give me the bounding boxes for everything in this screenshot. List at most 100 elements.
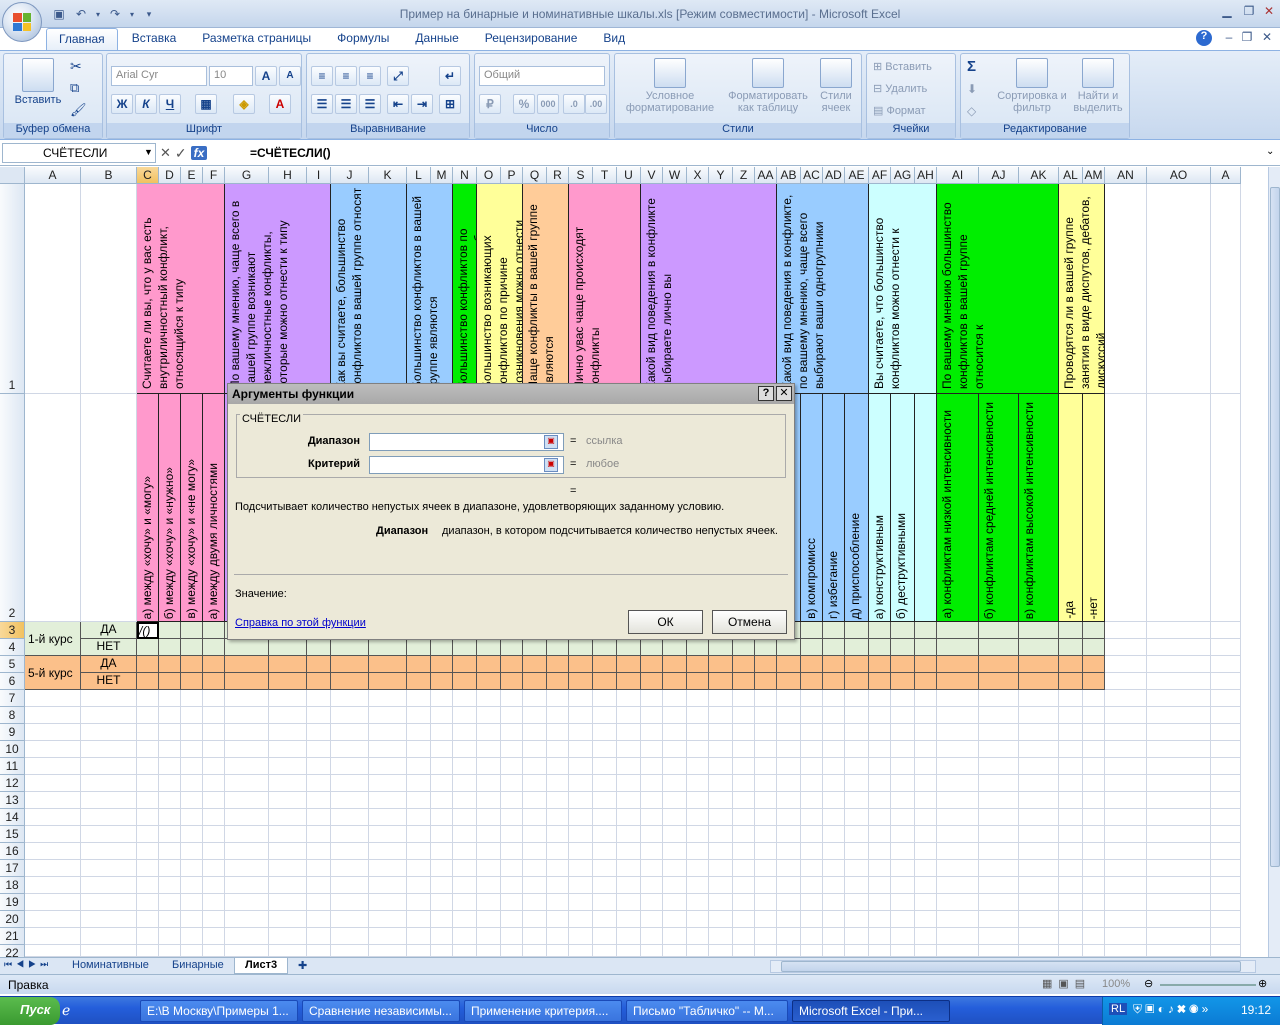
empty-cell[interactable] [159, 877, 181, 894]
empty-cell[interactable] [159, 758, 181, 775]
empty-cell[interactable] [501, 707, 523, 724]
empty-cell[interactable] [477, 809, 501, 826]
column-header[interactable]: E [181, 167, 203, 184]
empty-cell[interactable] [733, 860, 755, 877]
criteria-input[interactable] [369, 456, 564, 474]
empty-cell[interactable] [181, 758, 203, 775]
empty-cell[interactable] [307, 758, 331, 775]
empty-cell[interactable] [81, 809, 137, 826]
empty-cell[interactable] [1211, 741, 1241, 758]
empty-cell[interactable] [869, 792, 891, 809]
empty-cell[interactable] [641, 928, 663, 945]
empty-cell[interactable] [1105, 877, 1147, 894]
empty-cell[interactable] [823, 877, 845, 894]
empty-cell[interactable] [547, 690, 569, 707]
empty-cell[interactable] [547, 809, 569, 826]
empty-cell[interactable] [823, 945, 845, 957]
empty-cell[interactable] [181, 826, 203, 843]
data-cell[interactable] [159, 673, 181, 690]
empty-cell[interactable] [547, 928, 569, 945]
column-header[interactable]: A [1211, 167, 1241, 184]
sheet-tab-binary[interactable]: Бинарные [162, 958, 234, 974]
font-name-select[interactable]: Arial Cyr [111, 66, 207, 86]
empty-cell[interactable] [1083, 843, 1105, 860]
option-header-cell[interactable]: в) конфликтам высокой интенсивности [1019, 394, 1059, 622]
empty-cell[interactable] [617, 894, 641, 911]
data-cell[interactable] [869, 639, 891, 656]
empty-cell[interactable] [801, 707, 823, 724]
empty-cell[interactable] [687, 775, 709, 792]
empty-cell[interactable] [1059, 860, 1083, 877]
empty-cell[interactable] [1083, 894, 1105, 911]
empty-cell[interactable] [159, 945, 181, 957]
empty-cell[interactable] [181, 690, 203, 707]
empty-cell[interactable] [1019, 775, 1059, 792]
empty-cell[interactable] [159, 741, 181, 758]
question-header-cell[interactable]: По вашему мнению, чаще всего в вашей гру… [225, 184, 331, 394]
empty-cell[interactable] [569, 792, 593, 809]
empty-cell[interactable] [331, 860, 369, 877]
data-cell[interactable] [617, 639, 641, 656]
data-cell[interactable] [733, 639, 755, 656]
empty-cell[interactable] [477, 860, 501, 877]
empty-cell[interactable] [1147, 673, 1211, 690]
data-cell[interactable] [269, 639, 307, 656]
empty-cell[interactable] [1147, 809, 1211, 826]
grow-font-icon[interactable]: A [255, 66, 277, 86]
data-cell[interactable] [777, 656, 801, 673]
column-header[interactable]: AB [777, 167, 801, 184]
row-header[interactable]: 3 [0, 622, 25, 639]
empty-cell[interactable] [801, 911, 823, 928]
column-header[interactable]: O [477, 167, 501, 184]
empty-cell[interactable] [617, 792, 641, 809]
empty-cell[interactable] [915, 945, 937, 957]
empty-cell[interactable] [431, 741, 453, 758]
empty-cell[interactable] [137, 843, 159, 860]
empty-cell[interactable] [369, 894, 407, 911]
vertical-scrollbar[interactable] [1268, 167, 1280, 957]
empty-cell[interactable] [453, 792, 477, 809]
empty-cell[interactable] [331, 792, 369, 809]
empty-cell[interactable] [979, 928, 1019, 945]
empty-cell[interactable] [593, 690, 617, 707]
empty-cell[interactable] [1105, 894, 1147, 911]
option-header-cell[interactable]: а) конфликтам низкой интенсивности [937, 394, 979, 622]
column-header[interactable]: W [663, 167, 687, 184]
empty-cell[interactable] [1083, 928, 1105, 945]
data-cell[interactable] [1019, 673, 1059, 690]
column-header[interactable]: AK [1019, 167, 1059, 184]
empty-cell[interactable] [687, 911, 709, 928]
data-cell[interactable] [431, 656, 453, 673]
empty-cell[interactable] [823, 707, 845, 724]
empty-cell[interactable] [1211, 673, 1241, 690]
data-cell[interactable] [453, 673, 477, 690]
data-cell[interactable] [891, 622, 915, 639]
data-cell[interactable] [845, 656, 869, 673]
empty-cell[interactable] [733, 724, 755, 741]
data-cell[interactable] [203, 656, 225, 673]
data-cell[interactable] [547, 639, 569, 656]
option-header-cell[interactable]: -да [1059, 394, 1083, 622]
empty-cell[interactable] [1147, 394, 1211, 622]
empty-cell[interactable] [915, 775, 937, 792]
empty-cell[interactable] [891, 911, 915, 928]
empty-cell[interactable] [453, 860, 477, 877]
formula-input[interactable]: =СЧЁТЕСЛИ() [250, 146, 331, 160]
empty-cell[interactable] [1059, 877, 1083, 894]
empty-cell[interactable] [709, 911, 733, 928]
empty-cell[interactable] [1211, 707, 1241, 724]
empty-cell[interactable] [269, 877, 307, 894]
empty-cell[interactable] [547, 758, 569, 775]
empty-cell[interactable] [937, 707, 979, 724]
empty-cell[interactable] [181, 894, 203, 911]
taskbar-item-browser[interactable]: Письмо "Табличко" -- М... [626, 1000, 788, 1022]
empty-cell[interactable] [663, 826, 687, 843]
data-cell[interactable] [137, 673, 159, 690]
empty-cell[interactable] [331, 775, 369, 792]
empty-cell[interactable] [569, 945, 593, 957]
empty-cell[interactable] [801, 877, 823, 894]
empty-cell[interactable] [81, 911, 137, 928]
empty-cell[interactable] [1083, 724, 1105, 741]
empty-cell[interactable] [755, 724, 777, 741]
data-cell[interactable] [181, 673, 203, 690]
